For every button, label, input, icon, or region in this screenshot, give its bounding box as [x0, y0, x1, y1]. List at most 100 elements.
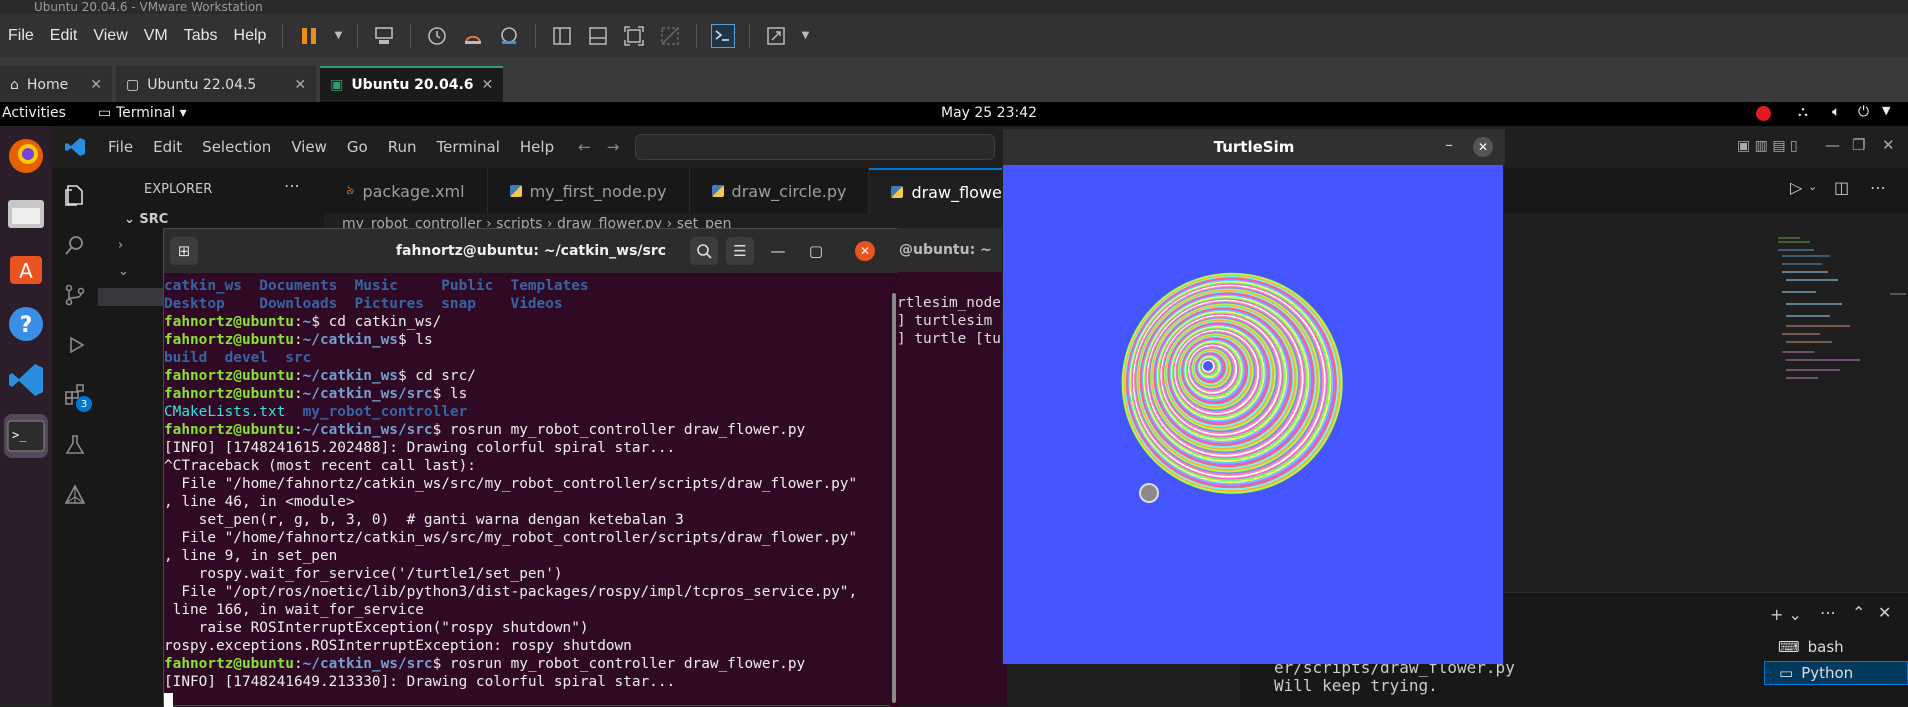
vscode-menu-edit[interactable]: Edit — [143, 138, 192, 156]
editor-tab-draw-circle[interactable]: draw_circle.py — [690, 168, 870, 214]
console-view-icon[interactable] — [711, 23, 736, 48]
terminal-line: line 166, in wait_for_service — [164, 601, 890, 619]
chevron-down-icon[interactable]: ⌄ — [118, 264, 129, 279]
vm-menu-view[interactable]: View — [85, 27, 135, 45]
terminal-icon[interactable]: >_ — [4, 414, 48, 458]
more-actions-icon[interactable]: ⋯ — [1820, 603, 1836, 622]
close-icon[interactable]: ✕ — [294, 77, 306, 93]
close-icon[interactable]: ✕ — [855, 241, 875, 261]
software-icon[interactable]: A — [4, 246, 48, 290]
minimize-icon[interactable]: – — [1445, 135, 1453, 154]
vm-menu-help[interactable]: Help — [226, 27, 275, 45]
vscode-menu-terminal[interactable]: Terminal — [427, 138, 510, 156]
terminal-2-line: ] turtle [tur — [897, 331, 1007, 347]
clock[interactable]: May 25 23:42 — [941, 105, 1037, 121]
close-icon[interactable]: ✕ — [1473, 137, 1493, 157]
minimap[interactable] — [1770, 230, 1908, 410]
fullscreen-icon[interactable] — [622, 24, 646, 48]
unity-mode-icon[interactable] — [658, 24, 682, 48]
run-icon[interactable]: ▷ — [1790, 178, 1802, 197]
vscode-icon[interactable] — [4, 358, 48, 402]
terminal-2-header[interactable]: @ubuntu: ~ — [897, 228, 1007, 272]
terminal-line: CMakeLists.txt my_robot_controller — [164, 403, 890, 421]
maximize-icon[interactable]: ▢ — [802, 237, 830, 265]
firefox-icon[interactable] — [4, 134, 48, 178]
restore-icon[interactable]: ❐ — [1852, 136, 1865, 154]
add-terminal-icon[interactable]: + ⌄ — [1770, 605, 1802, 624]
vscode-menu-file[interactable]: File — [98, 138, 143, 156]
forward-arrow-icon[interactable]: → — [607, 138, 620, 156]
terminal-line: fahnortz@ubuntu:~/catkin_ws/src$ rosrun … — [164, 421, 890, 439]
source-control-icon[interactable] — [62, 282, 88, 308]
revert-snapshot-icon[interactable] — [461, 24, 485, 48]
vm-tab-ubuntu-22[interactable]: ▢ Ubuntu 22.04.5 ✕ — [115, 66, 317, 102]
more-actions-icon[interactable]: ⋯ — [284, 176, 300, 195]
send-keys-icon[interactable] — [372, 24, 396, 48]
selected-tree-row[interactable] — [98, 288, 163, 306]
run-debug-icon[interactable] — [62, 332, 88, 358]
terminal-output[interactable]: catkin_ws Documents Music Public Templat… — [164, 273, 890, 707]
chevron-down-icon[interactable]: ⌄ — [1808, 180, 1817, 193]
power-icon[interactable]: ⏻ — [1858, 104, 1869, 120]
terminal-2-body[interactable]: rtlesim_node] turtlesim v] turtle [tur — [897, 272, 1007, 706]
ros-icon[interactable] — [62, 482, 88, 508]
snapshot-manager-icon[interactable] — [497, 24, 521, 48]
app-menu[interactable]: Terminal ▾ — [116, 105, 187, 121]
chevron-down-icon[interactable]: ▼ — [333, 24, 343, 48]
back-arrow-icon[interactable]: ← — [578, 138, 591, 156]
pause-icon[interactable] — [297, 24, 321, 48]
chevron-down-icon[interactable]: ▼ — [1882, 104, 1890, 117]
vscode-menu-selection[interactable]: Selection — [192, 138, 281, 156]
extensions-icon[interactable]: 3 — [62, 382, 92, 412]
do-not-disturb-icon[interactable] — [1756, 106, 1771, 121]
vm-tab-ubuntu-20[interactable]: ▣ Ubuntu 20.04.6 ✕ — [320, 66, 504, 102]
terminal-list-item-python[interactable]: ▭ Python — [1764, 661, 1908, 685]
vscode-menu-view[interactable]: View — [281, 138, 337, 156]
more-actions-icon[interactable]: ⋯ — [1870, 178, 1886, 197]
stretch-guest-icon[interactable] — [764, 24, 788, 48]
close-icon[interactable]: ✕ — [1882, 136, 1895, 154]
editor-tab-my-first-node[interactable]: my_first_node.py — [488, 168, 690, 214]
turtlesim-canvas[interactable] — [1003, 165, 1503, 664]
terminal-line: raise ROSInterruptException("rospy shutd… — [164, 619, 890, 637]
library-view-icon[interactable] — [550, 24, 574, 48]
hamburger-menu-icon[interactable]: ☰ — [726, 237, 754, 265]
vscode-menu-go[interactable]: Go — [337, 138, 378, 156]
files-icon[interactable] — [4, 190, 48, 234]
volume-icon[interactable]: 🔈︎ — [1832, 104, 1840, 120]
minimize-icon[interactable]: — — [1825, 136, 1840, 154]
vm-menu-tabs[interactable]: Tabs — [176, 27, 226, 45]
terminal-list-item-bash[interactable]: ⌨ bash — [1764, 635, 1908, 659]
editor-tab-package-xml[interactable]: ৯ package.xml — [324, 168, 488, 214]
close-icon[interactable]: ✕ — [90, 77, 102, 93]
terminal-scrollbar[interactable] — [890, 273, 898, 707]
vm-menu-edit[interactable]: Edit — [42, 27, 86, 45]
split-editor-icon[interactable]: ◫ — [1834, 178, 1849, 197]
chevron-right-icon[interactable]: › — [118, 238, 123, 253]
chevron-down-icon[interactable]: ▼ — [800, 24, 810, 48]
vscode-menu-help[interactable]: Help — [510, 138, 564, 156]
snapshot-icon[interactable] — [425, 24, 449, 48]
terminal-text: raise ROSInterruptException("rospy shutd… — [164, 620, 589, 636]
vm-menu-file[interactable]: File — [0, 27, 42, 45]
vm-tab-home[interactable]: ⌂ Home ✕ — [0, 66, 112, 102]
search-icon[interactable] — [690, 237, 718, 265]
network-icon[interactable]: ⛬ — [1798, 104, 1808, 120]
explorer-root-folder[interactable]: ⌄ SRC — [124, 212, 168, 227]
terminal-text: File "/home/fahnortz/catkin_ws/src/my_ro… — [164, 530, 858, 546]
close-panel-icon[interactable]: ✕ — [1878, 603, 1891, 622]
vm-menu-vm[interactable]: VM — [136, 27, 176, 45]
minimize-icon[interactable]: — — [764, 237, 792, 265]
vscode-menu-run[interactable]: Run — [378, 138, 427, 156]
command-center-search[interactable] — [635, 134, 996, 160]
maximize-panel-icon[interactable]: ⌃ — [1852, 603, 1865, 622]
help-icon[interactable]: ? — [4, 302, 48, 346]
terminal-window: ⊞ fahnortz@ubuntu: ~/catkin_ws/src ☰ — ▢… — [163, 228, 898, 707]
testing-icon[interactable] — [62, 432, 88, 458]
explorer-icon[interactable] — [62, 182, 88, 208]
layout-icons[interactable]: ▣ ▥ ▤ ▯ — [1737, 138, 1798, 154]
close-icon[interactable]: ✕ — [482, 77, 494, 93]
search-icon[interactable] — [62, 232, 88, 258]
activities-button[interactable]: Activities — [2, 105, 66, 121]
thumbnail-view-icon[interactable] — [586, 24, 610, 48]
